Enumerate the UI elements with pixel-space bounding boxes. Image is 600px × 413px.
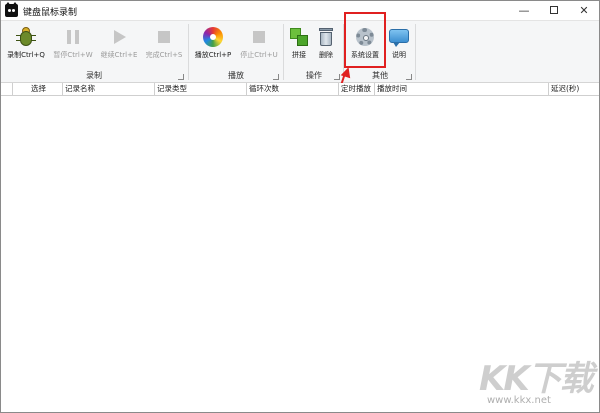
- stop-icon: [248, 26, 270, 48]
- settings-highlight-box: [344, 12, 386, 68]
- row-indicator-column: [1, 83, 13, 96]
- play-button[interactable]: 播放Ctrl+P: [191, 23, 235, 69]
- window-title: 键盘鼠标录制: [23, 8, 78, 18]
- merge-label: 拼接: [292, 51, 306, 59]
- title-bar: 键盘鼠标录制 — ✕: [1, 1, 599, 20]
- pause-button[interactable]: 暂停Ctrl+W: [51, 23, 95, 69]
- column-record-type[interactable]: 记录类型: [155, 83, 247, 96]
- help-label: 说明: [392, 51, 406, 59]
- column-play-time[interactable]: 播放时间: [375, 83, 549, 96]
- help-button[interactable]: 说明: [387, 23, 411, 69]
- playback-group-label: 播放: [228, 71, 244, 80]
- resume-button[interactable]: 继续Ctrl+E: [97, 23, 141, 69]
- cat-logo-icon: [5, 2, 18, 17]
- stop-playback-button[interactable]: 停止Ctrl+U: [237, 23, 281, 69]
- site-watermark: KK下载 www.kkx.net: [479, 351, 597, 411]
- stop-icon: [153, 26, 175, 48]
- trash-icon: [315, 26, 337, 48]
- records-table-header: 选择 记录名称 记录类型 循环次数 定时播放 播放时间 延迟(秒): [1, 83, 599, 96]
- finish-button[interactable]: 完成Ctrl+S: [142, 23, 186, 69]
- record-group-launcher[interactable]: [178, 74, 184, 80]
- other-group-label: 其他: [372, 71, 388, 80]
- column-loop-count[interactable]: 循环次数: [247, 83, 339, 96]
- column-scheduled-play[interactable]: 定时播放: [339, 83, 375, 96]
- merge-icon: [288, 26, 310, 48]
- merge-button[interactable]: 拼接: [286, 23, 312, 69]
- pause-icon: [62, 26, 84, 48]
- watermark-url: www.kkx.net: [487, 395, 551, 406]
- maximize-icon: [550, 6, 558, 14]
- delete-label: 删除: [319, 51, 333, 59]
- ribbon-separator: [188, 24, 189, 80]
- color-disc-icon: [202, 26, 224, 48]
- stop-playback-label: 停止Ctrl+U: [240, 51, 278, 59]
- bug-icon: [15, 26, 37, 48]
- column-select[interactable]: 选择: [13, 83, 63, 96]
- column-delay[interactable]: 延迟(秒): [549, 83, 599, 96]
- record-group-label: 录制: [86, 71, 102, 80]
- playback-group: 播放Ctrl+P 停止Ctrl+U 播放: [190, 21, 282, 83]
- playback-group-launcher[interactable]: [273, 74, 279, 80]
- record-button[interactable]: 录制Ctrl+Q: [5, 23, 47, 69]
- ribbon-separator: [283, 24, 284, 80]
- help-bubble-icon: [388, 26, 410, 48]
- ribbon-separator: [415, 24, 416, 80]
- record-label: 录制Ctrl+Q: [7, 51, 45, 59]
- play-label: 播放Ctrl+P: [194, 51, 232, 59]
- operation-group: 拼接 删除 操作: [285, 21, 343, 83]
- pause-label: 暂停Ctrl+W: [53, 51, 93, 59]
- delete-button[interactable]: 删除: [313, 23, 339, 69]
- maximize-button[interactable]: [539, 1, 569, 20]
- other-group-launcher[interactable]: [406, 74, 412, 80]
- operation-group-launcher[interactable]: [334, 74, 340, 80]
- minimize-button[interactable]: —: [509, 1, 539, 20]
- ribbon-toolbar: 录制Ctrl+Q 暂停Ctrl+W 继续Ctrl+E 完成Ctrl+S 录制 播…: [1, 20, 599, 83]
- watermark-logo: KK下载: [479, 359, 594, 399]
- record-group: 录制Ctrl+Q 暂停Ctrl+W 继续Ctrl+E 完成Ctrl+S 录制: [1, 21, 187, 83]
- column-record-name[interactable]: 记录名称: [63, 83, 155, 96]
- play-icon: [108, 26, 130, 48]
- app-window: 键盘鼠标录制 — ✕ 录制Ctrl+Q 暂停Ctrl+W 继续Ctrl+E 完成…: [0, 0, 600, 413]
- finish-label: 完成Ctrl+S: [145, 51, 183, 59]
- resume-label: 继续Ctrl+E: [100, 51, 138, 59]
- close-button[interactable]: ✕: [569, 1, 599, 20]
